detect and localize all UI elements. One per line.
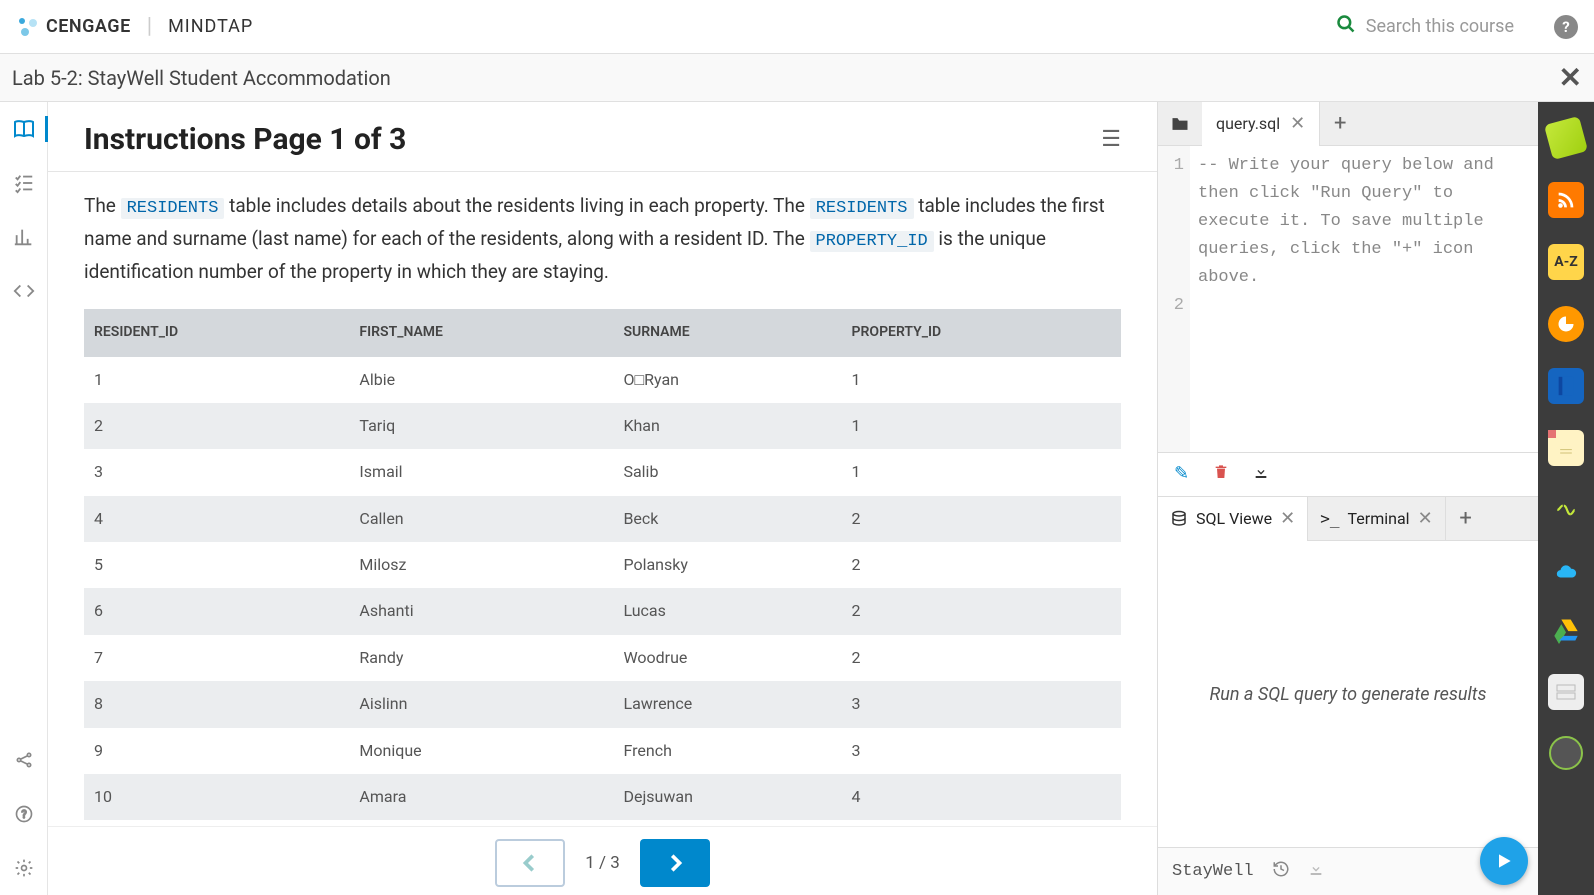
table-row: 1AlbieO□Ryan1 [84, 357, 1121, 403]
table-row: 8AislinnLawrence3 [84, 681, 1121, 727]
result-body: Run a SQL query to generate results [1158, 541, 1538, 847]
file-tab-query[interactable]: query.sql ✕ [1202, 102, 1320, 146]
ide-footer: StayWell [1158, 847, 1538, 895]
add-result-tab-button[interactable]: + [1446, 506, 1486, 531]
code-text[interactable]: -- Write your query below and then click… [1190, 146, 1538, 452]
pager-text: 1 / 3 [585, 853, 620, 873]
cengage-logo[interactable]: CENGAGE [16, 15, 131, 39]
ebook-icon[interactable] [1548, 368, 1584, 404]
table-header: FIRST_NAME [349, 309, 613, 356]
code-chip-residents: RESIDENTS [810, 198, 914, 219]
glossary-icon[interactable]: A-Z [1548, 244, 1584, 280]
run-button[interactable] [1480, 837, 1528, 885]
avatar-icon[interactable] [1549, 736, 1583, 770]
help-icon[interactable]: ? [1554, 15, 1578, 39]
table-row: 2TariqKhan1 [84, 403, 1121, 449]
brand-mindtap: MINDTAP [168, 16, 253, 37]
instructions-title: Instructions Page 1 of 3 [84, 122, 406, 157]
prev-page-button[interactable] [495, 839, 565, 887]
checklist-icon[interactable] [11, 170, 37, 196]
chart-icon[interactable] [11, 224, 37, 250]
add-tab-button[interactable]: + [1320, 111, 1360, 136]
svg-text:?: ? [21, 808, 26, 821]
brand-cengage: CENGAGE [46, 16, 131, 37]
search-area[interactable]: Search this course [1336, 14, 1514, 39]
table-row: 6AshantiLucas2 [84, 588, 1121, 634]
trash-icon[interactable] [1213, 463, 1229, 486]
ide-panel: query.sql ✕ + 12 -- Write your query bel… [1158, 102, 1538, 895]
result-placeholder: Run a SQL query to generate results [1189, 684, 1506, 705]
line-gutter: 12 [1158, 146, 1190, 452]
cloud-icon[interactable] [1548, 554, 1584, 590]
code-icon[interactable] [11, 278, 37, 304]
database-name: StayWell [1172, 862, 1254, 881]
lab-title: Lab 5-2: StayWell Student Accommodation [12, 66, 391, 90]
instructions-panel: Instructions Page 1 of 3 ☰ The RESIDENTS… [48, 102, 1158, 895]
notes-icon[interactable] [1548, 430, 1584, 466]
right-tool-rail: A-Z [1538, 102, 1594, 895]
cengage-logo-icon [16, 15, 40, 39]
code-chip-property-id: PROPERTY_ID [810, 231, 934, 252]
file-tab-label: query.sql [1216, 114, 1280, 133]
highlighter-icon[interactable] [1544, 116, 1588, 160]
close-tab-icon[interactable]: ✕ [1290, 113, 1305, 134]
code-editor[interactable]: 12 -- Write your query below and then cl… [1158, 146, 1538, 452]
instruction-paragraph: The RESIDENTS table includes details abo… [84, 190, 1121, 287]
tab-label: Terminal [1348, 509, 1410, 528]
book-icon[interactable] [0, 116, 48, 142]
close-tab-icon[interactable]: ✕ [1280, 508, 1295, 529]
table-row: 9MoniqueFrench3 [84, 728, 1121, 774]
tab-sql-viewer[interactable]: SQL Viewe ✕ [1158, 497, 1308, 541]
pager: 1 / 3 [48, 826, 1157, 895]
result-tab-bar: SQL Viewe ✕ >_ Terminal ✕ + [1158, 497, 1538, 541]
table-header: PROPERTY_ID [842, 309, 1121, 356]
help-circle-icon[interactable]: ? [11, 801, 37, 827]
table-header: RESIDENT_ID [84, 309, 349, 356]
gear-icon[interactable] [11, 855, 37, 881]
terminal-icon: >_ [1320, 509, 1339, 528]
table-row: 7RandyWoodrue2 [84, 635, 1121, 681]
file-tab-bar: query.sql ✕ + [1158, 102, 1538, 146]
editor-toolbar: ✎ [1158, 452, 1538, 497]
close-icon[interactable]: ✕ [1559, 61, 1582, 94]
tab-label: SQL Viewe [1196, 509, 1272, 528]
code-chip-residents: RESIDENTS [121, 198, 225, 219]
read-aloud-icon[interactable] [1548, 492, 1584, 528]
flashcards-icon[interactable] [1548, 674, 1584, 710]
hamburger-icon[interactable]: ☰ [1101, 127, 1121, 152]
table-row: 3IsmailSalib1 [84, 449, 1121, 495]
edit-icon[interactable]: ✎ [1174, 463, 1189, 486]
rss-icon[interactable] [1548, 182, 1584, 218]
google-drive-icon[interactable] [1550, 616, 1582, 648]
share-icon[interactable] [11, 747, 37, 773]
download-icon[interactable] [1253, 463, 1269, 486]
next-page-button[interactable] [640, 839, 710, 887]
search-icon[interactable] [1336, 14, 1356, 39]
search-placeholder: Search this course [1366, 16, 1514, 37]
orange-circle-icon[interactable] [1548, 306, 1584, 342]
close-tab-icon[interactable]: ✕ [1418, 508, 1433, 529]
lab-title-bar: Lab 5-2: StayWell Student Accommodation … [0, 54, 1594, 102]
table-header: SURNAME [613, 309, 841, 356]
history-icon[interactable] [1272, 860, 1290, 883]
folder-icon[interactable] [1158, 102, 1202, 146]
brand-area: CENGAGE | MINDTAP [16, 14, 253, 39]
instructions-body: The RESIDENTS table includes details abo… [48, 172, 1157, 826]
table-row: 4CallenBeck2 [84, 496, 1121, 542]
residents-table: RESIDENT_IDFIRST_NAMESURNAMEPROPERTY_ID … [84, 309, 1121, 820]
brand-divider: | [147, 14, 152, 39]
table-row: 10AmaraDejsuwan4 [84, 774, 1121, 820]
tab-terminal[interactable]: >_ Terminal ✕ [1308, 497, 1445, 541]
top-header: CENGAGE | MINDTAP Search this course ? [0, 0, 1594, 54]
database-icon [1170, 510, 1188, 528]
left-nav-rail: ? [0, 102, 48, 895]
download-icon[interactable] [1308, 860, 1324, 883]
table-row: 5MiloszPolansky2 [84, 542, 1121, 588]
